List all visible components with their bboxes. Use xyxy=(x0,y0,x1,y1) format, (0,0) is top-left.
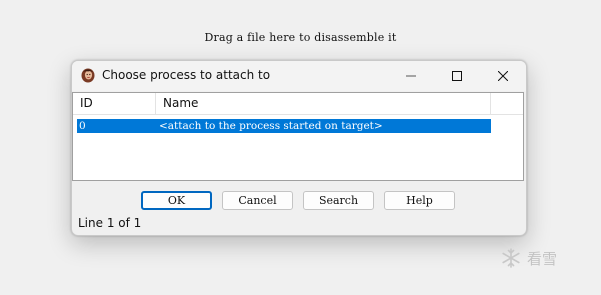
row-id-cell: 0 xyxy=(79,120,86,132)
maximize-icon xyxy=(452,71,462,81)
minimize-button[interactable] xyxy=(388,61,434,91)
column-header-name[interactable]: Name xyxy=(156,93,491,114)
close-icon xyxy=(498,71,508,81)
table-header: ID Name xyxy=(73,93,523,115)
maximize-button[interactable] xyxy=(434,61,480,91)
ok-button[interactable]: OK xyxy=(141,191,212,210)
process-table[interactable]: ID Name 0 <attach to the process started… xyxy=(72,92,524,181)
close-button[interactable] xyxy=(480,61,526,91)
status-line: Line 1 of 1 xyxy=(78,216,142,230)
attach-process-dialog: Choose process to attach to ID Name 0 <a… xyxy=(71,60,527,236)
watermark-text: 看雪 xyxy=(527,249,558,268)
table-row[interactable]: 0 <attach to the process started on targ… xyxy=(77,119,491,133)
minimize-icon xyxy=(406,75,416,77)
column-header-id[interactable]: ID xyxy=(73,93,156,114)
cancel-button[interactable]: Cancel xyxy=(222,191,293,210)
desktop-area[interactable]: Drag a file here to disassemble it Choos… xyxy=(0,0,601,295)
app-avatar-icon xyxy=(81,68,95,83)
dialog-title: Choose process to attach to xyxy=(102,68,271,82)
snowflake-icon xyxy=(502,248,520,268)
watermark: 看雪 xyxy=(500,244,590,272)
search-button[interactable]: Search xyxy=(303,191,374,210)
help-button[interactable]: Help xyxy=(384,191,455,210)
drop-hint-text: Drag a file here to disassemble it xyxy=(204,31,397,44)
title-bar[interactable]: Choose process to attach to xyxy=(72,61,526,91)
row-name-cell: <attach to the process started on target… xyxy=(159,120,383,132)
